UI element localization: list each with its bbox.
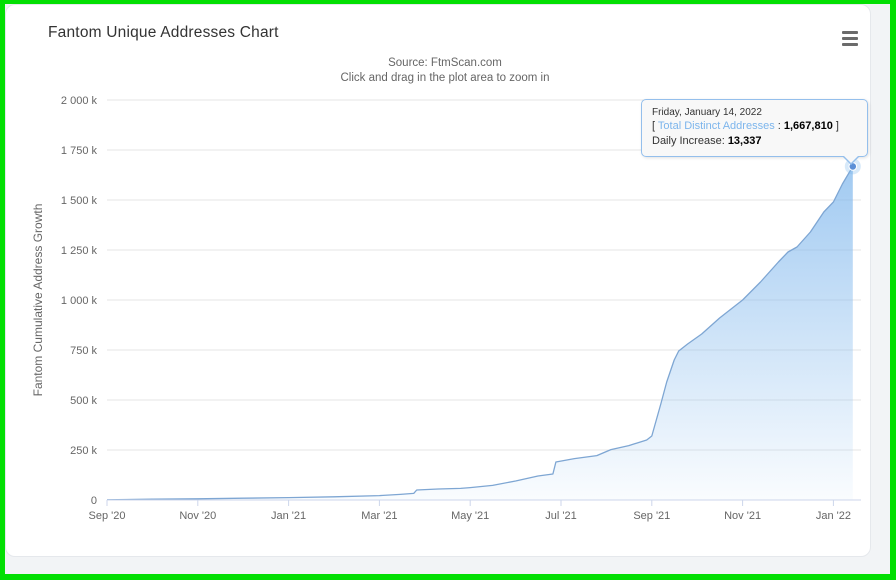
x-tick-label: May '21 [451, 510, 489, 522]
tooltip-daily-value: 13,337 [727, 135, 762, 147]
y-tick-label: 500 k [70, 395, 97, 407]
plot-area[interactable] [107, 100, 861, 500]
x-tick-label: Jan '21 [271, 510, 306, 522]
y-tick-label: 750 k [70, 345, 97, 357]
screenshot-root: { "page": { "frame_color": "#03df03", "c… [0, 0, 896, 580]
tooltip-total-line: [ Total Distinct Addresses : 1,667,810 ] [652, 120, 839, 132]
y-axis-title: Fantom Cumulative Address Growth [31, 204, 45, 397]
x-tick-label: Jan '22 [816, 510, 851, 522]
chart-canvas: 0 250 k 500 k 750 k 1 000 k 1 250 k 1 500 k 1 7… [31, 95, 861, 522]
chart-tooltip: Friday, January 14, 2022 [ Total Distinc… [641, 99, 868, 165]
x-tick-label: Jul '21 [545, 510, 576, 522]
y-tick-label: 250 k [70, 445, 97, 457]
y-tick-label: 1 750 k [61, 145, 98, 157]
y-tick-label: 1 250 k [61, 245, 98, 257]
x-tick-label: Sep '21 [633, 510, 670, 522]
tooltip-series-name: Total Distinct Addresses [657, 120, 775, 132]
x-tick-label: Nov '20 [179, 510, 216, 522]
y-tick-label: 2 000 k [61, 95, 98, 107]
y-tick-label: 1 000 k [61, 295, 98, 307]
x-tick-label: Nov '21 [724, 510, 761, 522]
tooltip-date: Friday, January 14, 2022 [652, 107, 762, 118]
tooltip-daily-line: Daily Increase: 13,337 [652, 135, 762, 147]
x-tick-label: Sep '20 [89, 510, 126, 522]
tooltip-total-value: 1,667,810 [783, 120, 833, 132]
y-tick-label: 1 500 k [61, 195, 98, 207]
x-tick-label: Mar '21 [361, 510, 397, 522]
y-tick-label: 0 [91, 495, 97, 507]
